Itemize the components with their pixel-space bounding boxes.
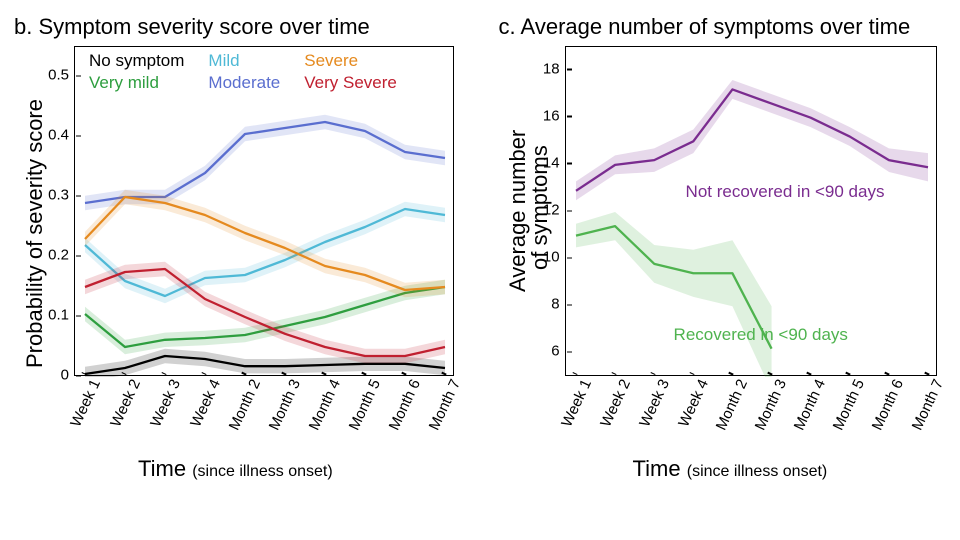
panel-b-xlabel: Time (since illness onset) [138, 456, 333, 482]
xtick: Month 5 [826, 375, 868, 433]
xtick: Month 2 [222, 375, 264, 433]
panel-b-legend: No symptom Very mild Mild Moderate Sever… [89, 51, 397, 93]
xtick: Week 3 [632, 375, 672, 430]
legend-no-symptom: No symptom [89, 51, 184, 71]
xtick: Week 4 [184, 375, 224, 430]
legend-mild: Mild [208, 51, 280, 71]
annot-recovered: Recovered in <90 days [674, 325, 848, 345]
ytick: 6 [551, 343, 565, 360]
panel-b-svg [75, 47, 455, 377]
panel-b-title: b. Symptom severity score over time [14, 14, 475, 40]
ytick: 14 [543, 154, 566, 171]
xtick: Week 2 [104, 375, 144, 430]
panel-c-title: c. Average number of symptoms over time [499, 14, 950, 40]
xtick: Month 6 [866, 375, 908, 433]
xtick: Month 3 [748, 375, 790, 433]
xtick: Week 3 [144, 375, 184, 430]
panel-b: b. Symptom severity score over time Prob… [0, 0, 485, 540]
panel-c-plot: Not recovered in <90 days Recovered in <… [565, 46, 937, 376]
xtick: Month 7 [422, 375, 464, 433]
annot-not-recovered: Not recovered in <90 days [686, 182, 885, 202]
ytick: 0.1 [48, 307, 75, 324]
xtick: Month 7 [905, 375, 947, 433]
panel-b-plot: No symptom Very mild Mild Moderate Sever… [74, 46, 454, 376]
xtick: Month 4 [302, 375, 344, 433]
legend-severe: Severe [304, 51, 397, 71]
ytick: 0.2 [48, 247, 75, 264]
xtick: Month 4 [787, 375, 829, 433]
ytick: 10 [543, 249, 566, 266]
ytick: 8 [551, 296, 565, 313]
panel-c-xlabel: Time (since illness onset) [633, 456, 828, 482]
xtick: Month 5 [342, 375, 384, 433]
xtick: Month 3 [262, 375, 304, 433]
ytick: 0.3 [48, 187, 75, 204]
ytick: 16 [543, 107, 566, 124]
ytick: 0.4 [48, 127, 75, 144]
panel-b-ylabel: Probability of severity score [22, 99, 48, 368]
xtick: Month 6 [382, 375, 424, 433]
legend-very-severe: Very Severe [304, 73, 397, 93]
xtick: Month 2 [709, 375, 751, 433]
ytick: 0.5 [48, 67, 75, 84]
ytick: 0 [61, 367, 75, 384]
legend-very-mild: Very mild [89, 73, 184, 93]
xtick: Week 4 [671, 375, 711, 430]
xtick: Week 2 [593, 375, 633, 430]
legend-moderate: Moderate [208, 73, 280, 93]
xtick: Week 1 [554, 375, 594, 430]
ytick: 12 [543, 202, 566, 219]
panel-c: c. Average number of symptoms over time … [485, 0, 960, 540]
ytick: 18 [543, 60, 566, 77]
